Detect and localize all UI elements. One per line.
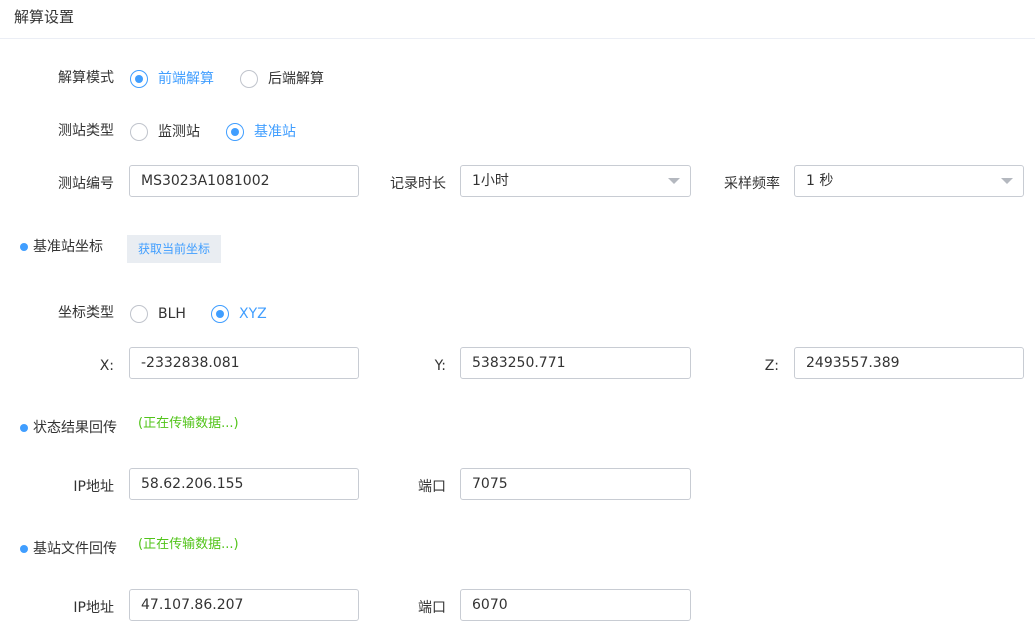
file-port-input[interactable]: 6070 — [460, 589, 691, 621]
radio-unchecked-icon — [240, 70, 258, 88]
sample-rate-value: 1 秒 — [806, 173, 834, 189]
file-return-transmitting-text: (正在传输数据...) — [138, 537, 239, 552]
get-current-coord-button[interactable]: 获取当前坐标 — [127, 235, 222, 263]
status-return-transmitting-text: (正在传输数据...) — [138, 416, 239, 431]
file-ip-label: IP地址 — [73, 600, 114, 616]
bullet-dot-icon — [20, 545, 28, 553]
y-coord-input[interactable]: 5383250.771 — [460, 347, 691, 379]
record-duration-select[interactable]: 1小时 — [460, 165, 691, 197]
solve-mode-back-radio[interactable]: 后端解算 — [240, 69, 324, 89]
coord-type-blh-radio[interactable]: BLH — [130, 304, 186, 324]
file-ip-input[interactable]: 47.107.86.207 — [129, 589, 359, 621]
x-coord-input[interactable]: -2332838.081 — [129, 347, 359, 379]
radio-label: 后端解算 — [268, 71, 324, 87]
y-label: Y: — [434, 358, 446, 374]
header-divider — [0, 38, 1035, 39]
file-return-section-title: 基站文件回传 — [33, 541, 117, 557]
radio-checked-icon — [211, 305, 229, 323]
z-label: Z: — [764, 358, 779, 374]
status-ip-label: IP地址 — [73, 479, 114, 495]
sample-rate-select[interactable]: 1 秒 — [794, 165, 1024, 197]
page-title: 解算设置 — [14, 8, 75, 26]
record-duration-value: 1小时 — [472, 173, 509, 189]
coord-type-xyz-radio[interactable]: XYZ — [211, 304, 267, 324]
chevron-down-icon — [1001, 178, 1013, 184]
status-port-input[interactable]: 7075 — [460, 468, 691, 500]
bullet-dot-icon — [20, 424, 28, 432]
status-return-section-title: 状态结果回传 — [33, 420, 117, 436]
station-id-input[interactable]: MS3023A1081002 — [129, 165, 359, 197]
radio-label: 监测站 — [158, 124, 200, 140]
status-port-label: 端口 — [418, 479, 446, 495]
station-type-label: 测站类型 — [58, 123, 114, 139]
z-coord-input[interactable]: 2493557.389 — [794, 347, 1024, 379]
radio-checked-icon — [130, 70, 148, 88]
station-type-base-radio[interactable]: 基准站 — [226, 122, 296, 142]
radio-unchecked-icon — [130, 123, 148, 141]
x-label: X: — [99, 358, 114, 374]
sample-rate-label: 采样频率 — [724, 176, 780, 192]
bullet-dot-icon — [20, 243, 28, 251]
radio-label: BLH — [158, 306, 186, 322]
radio-label: 基准站 — [254, 124, 296, 140]
status-ip-input[interactable]: 58.62.206.155 — [129, 468, 359, 500]
file-port-label: 端口 — [418, 600, 446, 616]
radio-label: XYZ — [239, 306, 267, 322]
base-coord-section-title: 基准站坐标 — [33, 239, 103, 255]
solve-mode-label: 解算模式 — [58, 70, 114, 86]
station-type-monitor-radio[interactable]: 监测站 — [130, 122, 200, 142]
coord-type-label: 坐标类型 — [58, 305, 114, 321]
radio-label: 前端解算 — [158, 71, 214, 87]
radio-unchecked-icon — [130, 305, 148, 323]
radio-checked-icon — [226, 123, 244, 141]
solve-mode-front-radio[interactable]: 前端解算 — [130, 69, 214, 89]
record-duration-label: 记录时长 — [390, 176, 446, 192]
chevron-down-icon — [668, 178, 680, 184]
station-id-label: 测站编号 — [58, 176, 114, 192]
